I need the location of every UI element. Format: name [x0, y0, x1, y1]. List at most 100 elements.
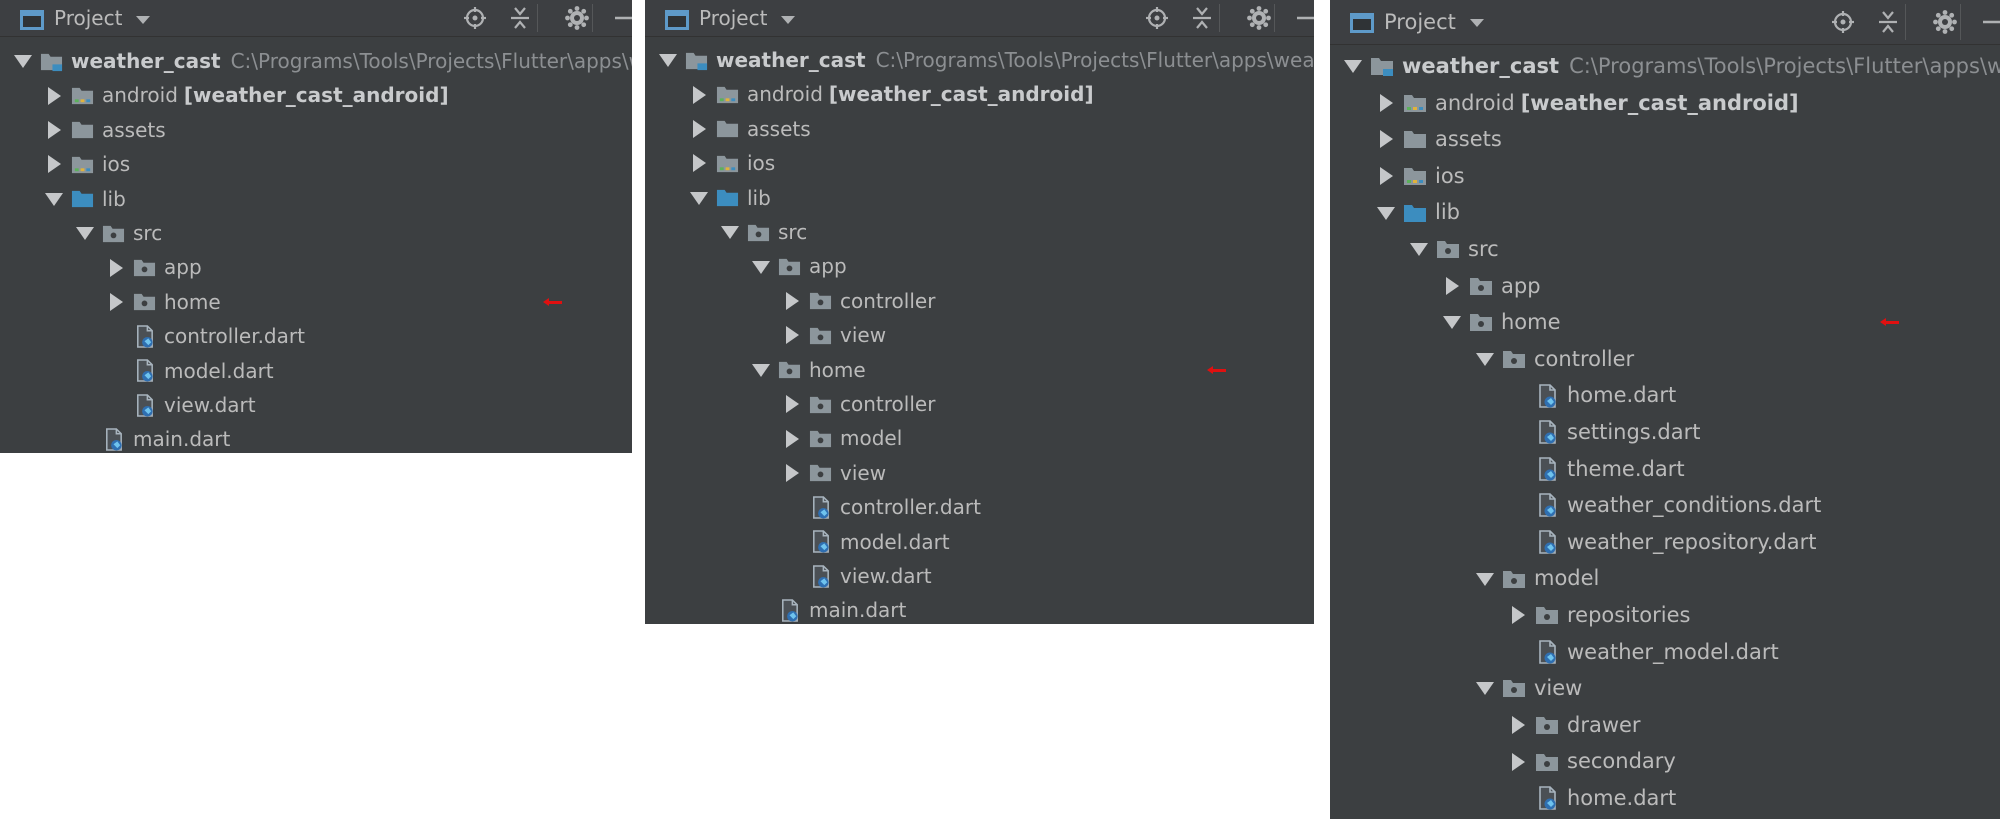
- expand-arrow-down-icon[interactable]: [1377, 206, 1395, 220]
- package-folder-icon: [809, 393, 832, 421]
- tree-item-name: model.dart: [840, 529, 950, 554]
- expand-arrow-down-icon[interactable]: [1476, 353, 1494, 367]
- expand-arrow-right-icon[interactable]: [786, 291, 799, 310]
- tree-folder-row[interactable]: weather_cast C:\Programs\Tools\Projects\F…: [645, 43, 1314, 77]
- tree-folder-row[interactable]: lib: [645, 181, 1314, 215]
- tree-item-label: weather_cast C:\Programs\Tools\Projects\F…: [71, 44, 632, 78]
- tree-folder-row[interactable]: weather_cast C:\Programs\Tools\Projects\F…: [0, 44, 632, 78]
- dart-file-icon: [1535, 383, 1559, 413]
- tree-file-row[interactable]: view.dart: [0, 388, 632, 422]
- tree-item-label: home: [164, 285, 221, 319]
- tree-folder-row[interactable]: secondary: [1330, 743, 2000, 780]
- expand-arrow-down-icon[interactable]: [1476, 682, 1494, 696]
- tree-folder-row[interactable]: repositories: [1330, 597, 2000, 634]
- expand-arrow-down-icon[interactable]: [76, 227, 94, 241]
- expand-arrow-right-icon[interactable]: [1512, 606, 1525, 625]
- tree-file-row[interactable]: view.dart: [645, 559, 1314, 593]
- tree-folder-row[interactable]: android [weather_cast_android]: [1330, 85, 2000, 122]
- tree-folder-row[interactable]: drawer: [1330, 707, 2000, 744]
- expand-arrow-down-icon[interactable]: [1344, 60, 1362, 74]
- expand-arrow-right-icon[interactable]: [1380, 93, 1393, 112]
- expand-arrow-right-icon[interactable]: [48, 120, 61, 139]
- tree-file-row[interactable]: main.dart: [645, 593, 1314, 624]
- expand-arrow-right-icon[interactable]: [110, 292, 123, 311]
- tree-item-name: settings.dart: [1567, 420, 1701, 444]
- expand-arrow-right-icon[interactable]: [1380, 167, 1393, 186]
- tree-folder-row[interactable]: controller: [645, 387, 1314, 421]
- expand-arrow-down-icon[interactable]: [721, 226, 739, 240]
- expand-arrow-down-icon[interactable]: [1476, 572, 1494, 586]
- tree-folder-row[interactable]: app: [645, 249, 1314, 283]
- tree-item-name: controller.dart: [840, 495, 981, 520]
- tree-file-row[interactable]: weather_conditions.dart: [1330, 487, 2000, 524]
- tree-folder-row[interactable]: controller: [645, 284, 1314, 318]
- expand-arrow-right-icon[interactable]: [110, 258, 123, 277]
- expand-arrow-right-icon[interactable]: [1512, 752, 1525, 771]
- tree-file-row[interactable]: weather_repository.dart: [1330, 524, 2000, 561]
- tree-folder-row[interactable]: model: [645, 421, 1314, 455]
- red-arrow-marker-icon: [1880, 318, 1899, 327]
- tree-file-row[interactable]: main.dart: [0, 422, 632, 453]
- tree-folder-row[interactable]: assets: [645, 112, 1314, 146]
- tree-folder-row[interactable]: lib: [1330, 194, 2000, 231]
- tree-folder-row[interactable]: assets: [0, 113, 632, 147]
- tree-folder-row[interactable]: view: [1330, 670, 2000, 707]
- tree-file-row[interactable]: home.dart: [1330, 780, 2000, 817]
- tree-file-row[interactable]: theme.dart: [1330, 451, 2000, 488]
- tree-item-name: controller: [1534, 346, 1635, 371]
- expand-arrow-down-icon[interactable]: [752, 363, 770, 377]
- tree-folder-row[interactable]: lib: [0, 182, 632, 216]
- expand-arrow-down-icon[interactable]: [14, 55, 32, 69]
- tree-item-label: view: [1534, 670, 1582, 707]
- tree-folder-row[interactable]: model: [1330, 560, 2000, 597]
- package-folder-icon: [747, 221, 770, 249]
- tree-file-row[interactable]: controller.dart: [645, 490, 1314, 524]
- tree-folder-row[interactable]: src: [645, 215, 1314, 249]
- expand-arrow-right-icon[interactable]: [786, 429, 799, 448]
- project-panel-3: Project weather_cast C:\Programs\Tools\Pro…: [1330, 0, 2000, 819]
- expand-arrow-down-icon[interactable]: [659, 54, 677, 68]
- tree-folder-row[interactable]: controller: [1330, 341, 2000, 378]
- expand-arrow-right-icon[interactable]: [786, 326, 799, 345]
- tree-folder-row[interactable]: assets: [1330, 121, 2000, 158]
- tree-folder-row[interactable]: src: [1330, 231, 2000, 268]
- tree-folder-row[interactable]: android [weather_cast_android]: [0, 78, 632, 112]
- expand-arrow-right-icon[interactable]: [786, 463, 799, 482]
- expand-arrow-right-icon[interactable]: [1446, 276, 1459, 295]
- tree-folder-row[interactable]: ios: [645, 146, 1314, 180]
- tree-folder-row[interactable]: app: [0, 250, 632, 284]
- expand-arrow-right-icon[interactable]: [693, 85, 706, 104]
- expand-arrow-down-icon[interactable]: [752, 260, 770, 274]
- tree-file-row[interactable]: home.dart: [1330, 377, 2000, 414]
- tree-file-row[interactable]: weather_model.dart: [1330, 634, 2000, 671]
- expand-arrow-right-icon[interactable]: [1512, 716, 1525, 735]
- expand-arrow-down-icon[interactable]: [690, 191, 708, 205]
- tree-folder-row[interactable]: weather_cast C:\Programs\Tools\Projects\F…: [1330, 48, 2000, 85]
- tree-folder-row[interactable]: src: [0, 216, 632, 250]
- expand-arrow-right-icon[interactable]: [1380, 130, 1393, 149]
- tree-folder-row[interactable]: app: [1330, 268, 2000, 305]
- expand-arrow-down-icon[interactable]: [1410, 243, 1428, 257]
- tree-folder-row[interactable]: home: [0, 285, 632, 319]
- expand-arrow-right-icon[interactable]: [48, 155, 61, 174]
- expand-arrow-right-icon[interactable]: [48, 86, 61, 105]
- tree-file-row[interactable]: model.dart: [645, 525, 1314, 559]
- tree-folder-row[interactable]: view: [645, 318, 1314, 352]
- expand-arrow-right-icon[interactable]: [693, 154, 706, 173]
- tree-item-label: theme.dart: [1567, 451, 1685, 488]
- expand-arrow-right-icon[interactable]: [786, 395, 799, 414]
- tree-folder-row[interactable]: ios: [1330, 158, 2000, 195]
- expand-arrow-down-icon[interactable]: [1443, 316, 1461, 330]
- tree-folder-row[interactable]: ios: [0, 147, 632, 181]
- module-path: C:\Programs\Tools\Projects\Flutter\apps\…: [230, 49, 632, 73]
- tree-folder-row[interactable]: home: [1330, 304, 2000, 341]
- tree-folder-row[interactable]: android [weather_cast_android]: [645, 77, 1314, 111]
- tree-file-row[interactable]: settings.dart: [1330, 414, 2000, 451]
- expand-arrow-down-icon[interactable]: [45, 192, 63, 206]
- tree-file-row[interactable]: model.dart: [0, 354, 632, 388]
- tree-folder-row[interactable]: view: [645, 456, 1314, 490]
- tree-folder-row[interactable]: home: [645, 353, 1314, 387]
- tree-file-row[interactable]: controller.dart: [0, 319, 632, 353]
- expand-arrow-right-icon[interactable]: [693, 119, 706, 138]
- package-folder-icon: [1502, 347, 1526, 376]
